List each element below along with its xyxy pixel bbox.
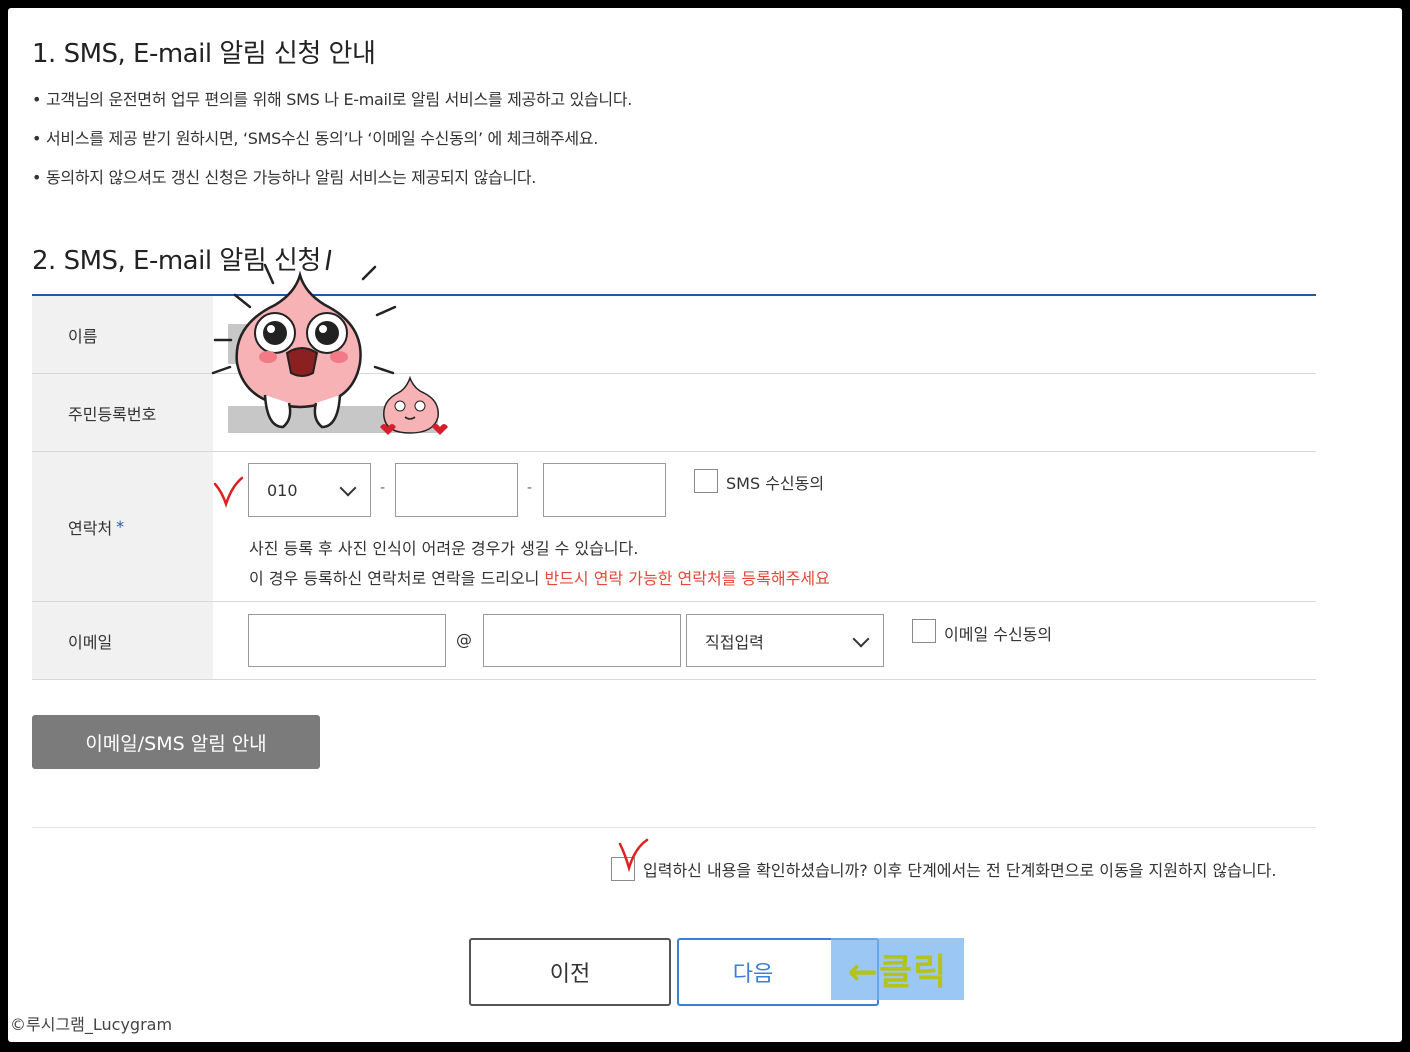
phone-separator-2: -: [527, 480, 533, 496]
info-bullet-1-text: 고객님의 운전면허 업무 편의를 위해 SMS 나 E-mail로 알림 서비스…: [46, 90, 633, 109]
info-bullet-3: 동의하지 않으셔도 갱신 신청은 가능하나 알림 서비스는 제공되지 않습니다.: [32, 164, 536, 188]
phone-prefix-select[interactable]: 010: [248, 463, 371, 517]
email-consent-checkbox[interactable]: [912, 619, 936, 643]
email-label: 이메일: [32, 602, 213, 679]
email-consent-label[interactable]: 이메일 수신동의: [944, 621, 1052, 645]
email-at-sign: @: [456, 630, 472, 649]
next-button-label: 다음: [732, 962, 774, 987]
photo-notice-line1: 사진 등록 후 사진 인식이 어려운 경우가 생길 수 있습니다.: [249, 539, 639, 558]
checkmark-annotation-icon: [213, 476, 244, 508]
phone-last-input[interactable]: [543, 463, 666, 517]
renewal-notice-page: 1. SMS, E-mail 알림 신청 안내 고객님의 운전면허 업무 편의를…: [0, 0, 1410, 1052]
section1-title: 1. SMS, E-mail 알림 신청 안내: [32, 39, 376, 69]
phone-label-text: 연락처: [68, 518, 113, 538]
phone-middle-input[interactable]: [395, 463, 518, 517]
email-domain-select[interactable]: 직접입력: [686, 614, 884, 667]
prev-button[interactable]: 이전: [469, 938, 671, 1006]
phone-label: 연락처 *: [32, 452, 213, 601]
info-bullet-1: 고객님의 운전면허 업무 편의를 위해 SMS 나 E-mail로 알림 서비스…: [32, 86, 632, 110]
sms-consent-checkbox[interactable]: [694, 469, 718, 493]
chevron-down-icon: [852, 630, 870, 647]
email-domain-input[interactable]: [483, 614, 681, 667]
photo-notice-line2-text: 이 경우 등록하신 연락처로 연락을 드리오니: [249, 569, 545, 588]
email-id-input[interactable]: [248, 614, 446, 667]
info-bullet-2-text: 서비스를 제공 받기 원하시면, ‘SMS수신 동의’나 ‘이메일 수신동의’ …: [46, 129, 599, 148]
email-domain-select-value: 직접입력: [705, 632, 764, 652]
info-bullet-2: 서비스를 제공 받기 원하시면, ‘SMS수신 동의’나 ‘이메일 수신동의’ …: [32, 125, 598, 149]
click-annotation: ←클릭: [831, 938, 964, 1000]
photo-notice-line2: 이 경우 등록하신 연락처로 연락을 드리오니 반드시 연락 가능한 연락처를 …: [249, 565, 830, 589]
small-peach-sticker-icon: [380, 375, 448, 435]
watermark: ©루시그램_Lucygram: [8, 1008, 202, 1038]
checkmark-annotation-icon: [618, 838, 649, 872]
name-label: 이름: [32, 296, 213, 373]
rrn-label: 주민등록번호: [32, 374, 213, 451]
phone-separator-1: -: [380, 480, 386, 496]
photo-notice-warning: 반드시 연락 가능한 연락처를 등록해주세요: [544, 569, 830, 588]
phone-prefix-value: 010: [267, 480, 298, 500]
info-bullet-3-text: 동의하지 않으셔도 갱신 신청은 가능하나 알림 서비스는 제공되지 않습니다.: [46, 168, 537, 187]
required-mark: *: [116, 517, 125, 536]
section-divider: [32, 827, 1316, 828]
email-sms-guide-button[interactable]: 이메일/SMS 알림 안내: [32, 715, 320, 769]
confirm-text[interactable]: 입력하신 내용을 확인하셨습니까? 이후 단계에서는 전 단계화면으로 이동을 …: [643, 857, 1276, 881]
sms-consent-label[interactable]: SMS 수신동의: [726, 470, 824, 494]
chevron-down-icon: [339, 479, 357, 497]
